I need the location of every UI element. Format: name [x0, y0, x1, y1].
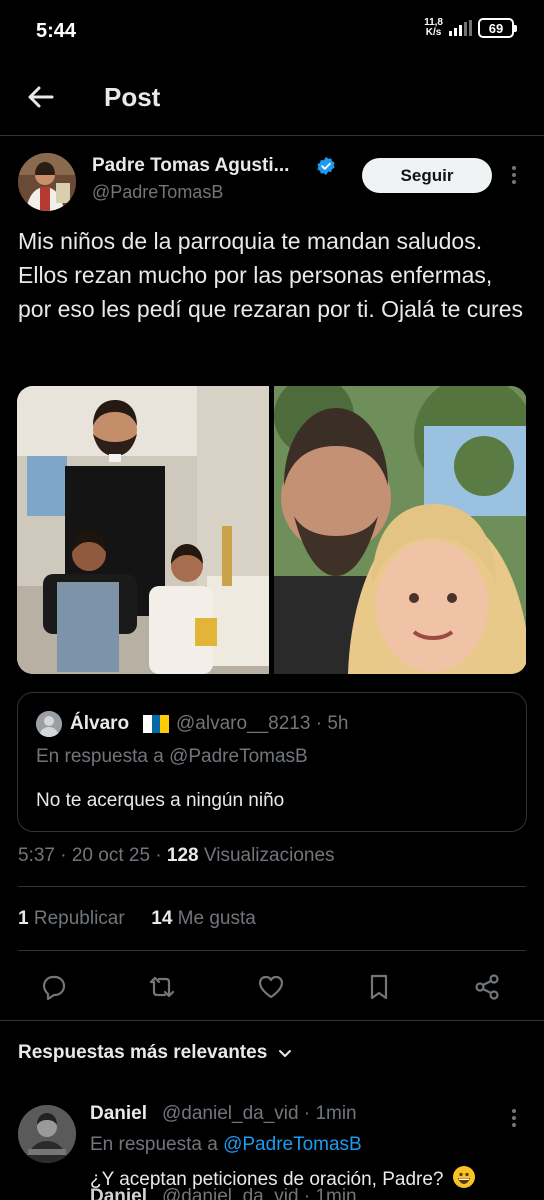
reposts-label: Republicar — [28, 908, 125, 929]
battery-icon: 69 — [478, 18, 517, 38]
more-vertical-icon — [512, 166, 516, 184]
avatar-image — [18, 1105, 76, 1163]
verified-badge-icon — [317, 156, 335, 176]
avatar-image — [36, 711, 62, 737]
battery-level: 69 — [488, 20, 504, 36]
bookmark-icon — [370, 974, 388, 1000]
quoted-author-avatar[interactable] — [36, 711, 62, 737]
divider — [18, 950, 526, 951]
like-button[interactable] — [256, 972, 286, 1002]
signal-icon — [449, 20, 472, 36]
action-bar — [0, 962, 544, 1012]
grinning-emoji-icon — [452, 1166, 475, 1188]
next-reply-author-handle: @daniel_da_vid · 1min — [162, 1186, 357, 1200]
status-icons: 11,8 K/s 69 — [424, 18, 517, 38]
page-title: Post — [104, 82, 161, 112]
reply-icon — [42, 975, 66, 1001]
bookmark-button[interactable] — [364, 972, 394, 1002]
chevron-down-icon — [279, 1050, 292, 1057]
share-icon — [475, 974, 499, 1000]
post-text: Mis niños de la parroquia te mandan salu… — [18, 228, 524, 322]
repost-button[interactable] — [147, 972, 177, 1002]
reply-context: En respuesta a @PadreTomasB — [90, 1134, 362, 1156]
quoted-text: No te acerques a ningún niño — [36, 790, 285, 811]
author-handle[interactable]: @PadreTomasB — [92, 182, 223, 203]
quoted-author-name[interactable]: Álvaro — [70, 713, 129, 735]
divider — [0, 1020, 544, 1021]
status-bar: 5:44 11,8 K/s 69 — [0, 0, 544, 62]
likes-label: Me gusta — [172, 908, 256, 929]
avatar-image — [18, 153, 76, 211]
network-speed: 11,8 K/s — [424, 18, 443, 38]
reply-author-avatar[interactable] — [18, 1105, 76, 1163]
back-button[interactable] — [24, 80, 58, 114]
photo-priest-with-children[interactable] — [17, 386, 269, 674]
quoted-author-handle: @alvaro__8213 · 5h — [176, 713, 349, 734]
heart-icon — [258, 975, 284, 999]
likes-stat[interactable]: 14 Me gusta — [151, 908, 256, 929]
photo-image — [17, 386, 269, 674]
more-vertical-icon — [512, 1109, 516, 1127]
canary-flag-icon — [143, 715, 170, 733]
reply-prefix: En respuesta a — [90, 1134, 224, 1155]
reply-mention-link[interactable]: @PadreTomasB — [223, 1134, 362, 1155]
next-reply-author-name[interactable]: Daniel — [90, 1186, 147, 1200]
divider — [18, 886, 526, 887]
author-name[interactable]: Padre Tomas Agusti... — [92, 155, 289, 177]
quoted-reply-to: En respuesta a @PadreTomasB — [36, 746, 308, 767]
follow-button[interactable]: Seguir — [362, 158, 492, 193]
repost-icon — [149, 976, 175, 998]
share-button[interactable] — [472, 972, 502, 1002]
reply-more-button[interactable] — [505, 1105, 523, 1131]
post-stats: 1 Republicar 14 Me gusta — [18, 908, 256, 930]
post-media — [17, 386, 527, 674]
network-speed-unit: K/s — [425, 27, 442, 38]
photo-image — [274, 386, 526, 674]
replies-heading: Respuestas más relevantes — [18, 1042, 268, 1063]
quoted-post[interactable]: Álvaro @alvaro__8213 · 5h En respuesta a… — [17, 692, 527, 832]
post-timestamp: 5:37 · 20 oct 25 · — [18, 845, 167, 866]
post-meta: 5:37 · 20 oct 25 · 128 Visualizaciones — [18, 845, 335, 867]
arrow-left-icon — [28, 86, 54, 108]
reply-author-handle: @daniel_da_vid · 1min — [162, 1103, 357, 1124]
status-time: 5:44 — [36, 20, 77, 42]
top-bar: Post — [0, 62, 544, 136]
reply-author-name[interactable]: Daniel — [90, 1103, 147, 1125]
author-avatar[interactable] — [18, 153, 76, 211]
replies-sort-dropdown[interactable]: Respuestas más relevantes — [18, 1042, 293, 1064]
more-options-button[interactable] — [505, 160, 523, 190]
likes-count: 14 — [151, 908, 173, 929]
reposts-stat[interactable]: 1 Republicar — [18, 908, 125, 929]
views-label: Visualizaciones — [198, 845, 335, 866]
reply-button[interactable] — [39, 972, 69, 1002]
views-count: 128 — [166, 845, 199, 866]
reposts-count: 1 — [18, 908, 29, 929]
photo-selfie-with-child[interactable] — [274, 386, 526, 674]
